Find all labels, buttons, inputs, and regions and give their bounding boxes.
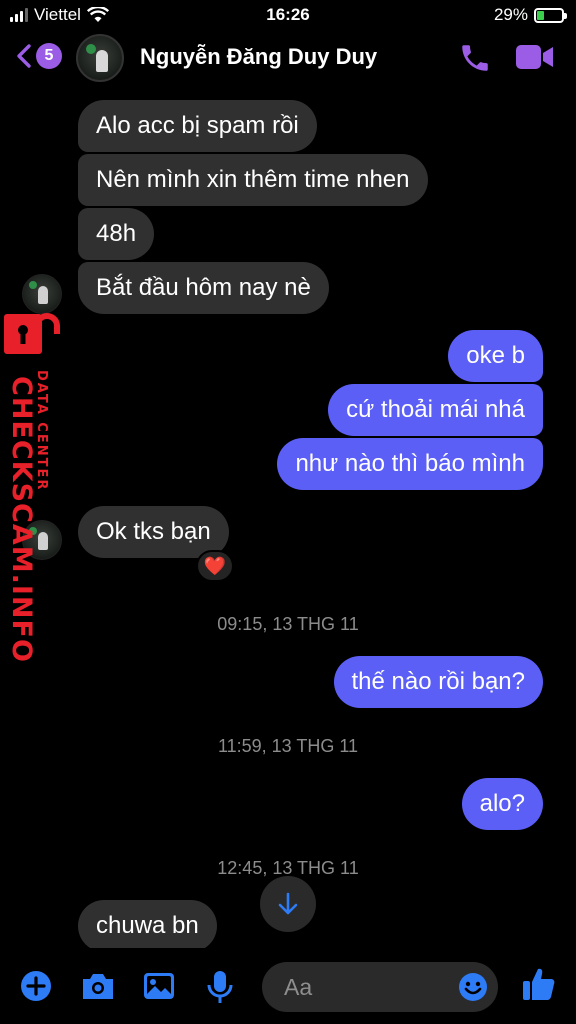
input-placeholder: Aa <box>284 974 313 1000</box>
camera-icon[interactable] <box>80 970 116 1007</box>
timestamp: 11:59, 13 THG 11 <box>217 736 359 756</box>
message-bubble[interactable]: 48h <box>78 208 155 260</box>
arrow-down-icon <box>278 892 298 915</box>
battery-group: 29% <box>493 5 567 25</box>
lock-icon <box>4 313 60 354</box>
unread-badge: 5 <box>36 43 62 69</box>
message-bubble[interactable]: alo? <box>461 778 543 830</box>
scroll-to-bottom-button[interactable] <box>260 876 316 932</box>
sender-avatar[interactable] <box>22 274 62 314</box>
battery-icon <box>534 7 567 23</box>
message-bubble[interactable]: chuwa bn <box>78 900 217 948</box>
watermark: CHECKSCAM.INFO DATA CENTER <box>0 312 66 663</box>
message-bubble[interactable]: Alo acc bị spam rồi <box>78 100 317 152</box>
thumbs-up-icon[interactable] <box>522 966 556 1007</box>
message-composer: Aa <box>0 948 576 1024</box>
microphone-icon[interactable] <box>206 970 234 1009</box>
message-bubble[interactable]: cứ thoải mái nhá <box>328 384 543 436</box>
heart-reaction[interactable]: ❤️ <box>196 550 234 582</box>
message-bubble[interactable]: thế nào rồi bạn? <box>333 656 543 708</box>
message-input[interactable]: Aa <box>262 962 498 1012</box>
conversation-header: 5 Nguyễn Đăng Duy Duy <box>0 30 576 88</box>
contact-name[interactable]: Nguyễn Đăng Duy Duy <box>140 44 377 70</box>
emoji-icon[interactable] <box>458 972 488 1007</box>
battery-percent: 29% <box>493 5 528 24</box>
message-list[interactable]: Alo acc bị spam rồi Nên mình xin thêm ti… <box>0 88 576 948</box>
back-button[interactable]: 5 <box>16 43 62 69</box>
message-bubble[interactable]: Nên mình xin thêm time nhen <box>78 154 428 206</box>
chevron-left-icon <box>17 44 31 68</box>
plus-circle-icon[interactable] <box>20 970 52 1007</box>
timestamp: 09:15, 13 THG 11 <box>217 614 359 634</box>
heart-icon: ❤️ <box>203 555 227 576</box>
phone-icon[interactable] <box>458 41 492 80</box>
contact-avatar[interactable] <box>76 34 124 82</box>
message-bubble[interactable]: như nào thì báo mình <box>277 438 543 490</box>
watermark-brand: CHECKSCAM.INFO <box>6 376 37 663</box>
video-camera-icon[interactable] <box>515 43 555 76</box>
status-bar: Viettel 16:26 29% <box>0 0 576 30</box>
message-bubble[interactable]: oke b <box>448 330 543 382</box>
watermark-subtitle: DATA CENTER <box>34 370 49 492</box>
clock: 16:26 <box>266 5 310 24</box>
photo-icon[interactable] <box>142 970 176 1007</box>
message-bubble[interactable]: Bắt đầu hôm nay nè <box>78 262 329 314</box>
